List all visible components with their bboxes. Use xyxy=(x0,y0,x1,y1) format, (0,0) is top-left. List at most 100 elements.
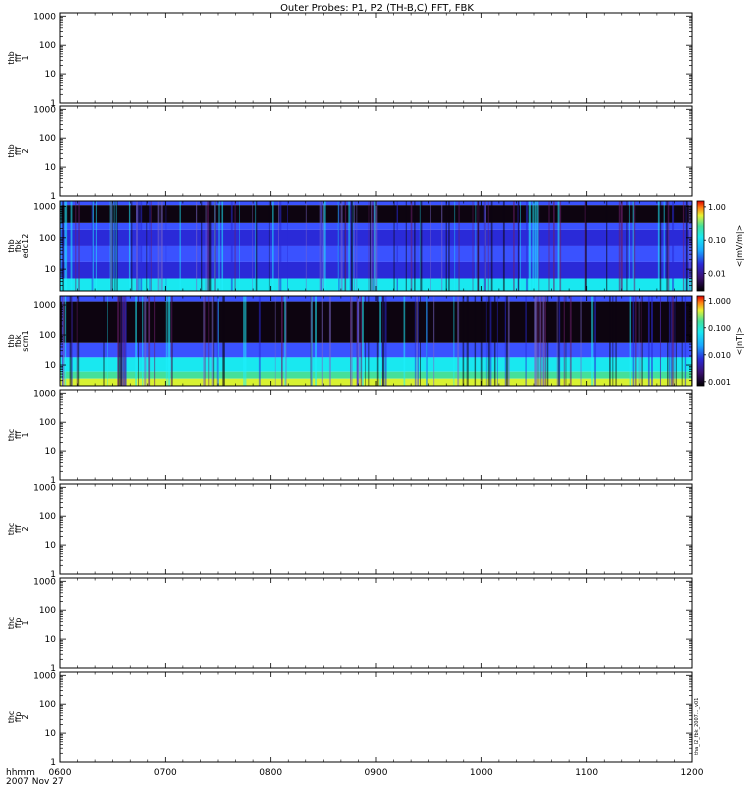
spectrogram-stripe xyxy=(666,201,668,291)
spectrogram-stripe xyxy=(682,201,685,291)
spectrogram-stripe xyxy=(525,201,527,291)
spectrogram-stripe xyxy=(213,296,215,386)
panel-ylabel: 1 xyxy=(21,620,30,625)
spectrogram-stripe xyxy=(211,296,214,386)
spectrogram-stripe xyxy=(138,296,139,386)
spectrogram-stripe xyxy=(365,296,366,386)
colorbar-label: <|mV/m|> xyxy=(735,225,744,268)
spectrogram-stripe xyxy=(621,201,623,291)
spectrogram-stripe xyxy=(107,296,108,386)
spectrogram-stripe xyxy=(344,201,347,291)
spectrogram-stripe xyxy=(207,201,209,291)
spectrogram-stripe xyxy=(532,201,534,291)
panel-frame xyxy=(59,389,693,481)
spectrogram-stripe xyxy=(534,201,537,291)
spectrogram-stripe xyxy=(536,201,539,291)
spectrogram-stripe xyxy=(635,296,637,386)
spectrogram-stripe xyxy=(128,201,131,291)
spectrogram-stripe xyxy=(285,296,287,386)
spectrogram-stripe xyxy=(77,296,80,386)
spectrogram-stripe xyxy=(536,296,538,386)
y-tick-label: 100 xyxy=(39,134,56,144)
spectrogram-stripe xyxy=(243,296,245,386)
spectrogram-stripe xyxy=(474,296,477,386)
spectrogram-stripe xyxy=(69,296,72,386)
spectrogram-stripe xyxy=(628,201,630,291)
spectrogram-stripe xyxy=(215,201,216,291)
spectrogram-stripe xyxy=(496,296,498,386)
spectrogram-stripe xyxy=(462,296,465,386)
spectrogram-stripe xyxy=(544,296,547,386)
spectrogram-stripe xyxy=(221,201,224,291)
spectrogram-stripe xyxy=(381,296,385,386)
spectrogram-stripe xyxy=(140,201,143,291)
y-tick-label: 1000 xyxy=(33,577,56,587)
spectrogram-stripe xyxy=(258,296,261,386)
spectrogram-stripe xyxy=(487,201,489,291)
colorbar xyxy=(696,200,705,292)
spectrogram-stripe xyxy=(234,201,236,291)
y-tick-label: 10 xyxy=(45,635,57,645)
spectrogram-stripe xyxy=(542,296,545,386)
side-note-text: tha_l2_fbk_2007..._v01 xyxy=(694,698,700,755)
spectrogram-stripe xyxy=(114,201,116,291)
spectrogram-stripe xyxy=(405,201,407,291)
spectrogram-stripe xyxy=(513,201,515,291)
spectrogram-stripe xyxy=(618,201,621,291)
spectrogram-stripe xyxy=(146,201,148,291)
spectrogram-stripe xyxy=(384,296,387,386)
spectrogram-stripe xyxy=(305,201,307,291)
spectrogram-stripe xyxy=(651,296,653,386)
spectrogram-stripe xyxy=(350,296,353,386)
spectrogram-stripe xyxy=(502,201,505,291)
y-tick-label: 100 xyxy=(39,331,56,341)
spectrogram-stripe xyxy=(268,201,270,291)
spectrogram-stripe xyxy=(351,201,353,291)
spectrogram-stripe xyxy=(244,296,247,386)
spectrogram-stripe xyxy=(70,201,73,291)
spectrogram-stripe xyxy=(239,201,240,291)
spectrogram-stripe xyxy=(538,201,540,291)
spectrogram-stripe xyxy=(171,296,173,386)
panel-ylabel: 1 xyxy=(21,55,30,60)
spectrogram-stripe xyxy=(372,201,373,291)
y-tick-label: 1000 xyxy=(33,483,56,493)
spectrogram-stripe xyxy=(179,201,181,291)
spectrogram-stripe xyxy=(153,296,156,386)
spectrogram-stripe xyxy=(591,296,594,386)
y-tick-label: 1 xyxy=(50,192,56,202)
spectrogram-stripe xyxy=(559,201,562,291)
spectrogram-stripe xyxy=(674,296,676,386)
panel-ylabel: 2 xyxy=(21,526,30,531)
y-tick-label: 1000 xyxy=(33,389,56,399)
spectrogram-stripe xyxy=(445,201,447,291)
spectrogram-stripe xyxy=(217,296,219,386)
spectrogram-stripe xyxy=(556,296,558,386)
y-tick-label: 1 xyxy=(50,758,56,768)
spectrogram-stripe xyxy=(319,201,321,291)
spectrogram-stripe xyxy=(95,201,97,291)
spectrogram-stripe xyxy=(214,201,215,291)
x-axis: 0600 0700 0800 0900 1000 1100 1200 xyxy=(49,768,704,778)
spectrogram-stripe xyxy=(537,296,539,386)
spectrogram-stripe xyxy=(632,296,635,386)
spectrogram-stripe xyxy=(584,201,586,291)
spectrogram-stripe xyxy=(529,201,532,291)
spectrogram-stripe xyxy=(640,296,642,386)
panel-7: 1101001000thcffp1 xyxy=(7,577,693,674)
spectrogram-stripe xyxy=(396,201,399,291)
spectrogram-stripe xyxy=(103,296,105,386)
spectrogram-stripe xyxy=(565,296,567,386)
y-tick-label: 100 xyxy=(39,606,56,616)
spectrogram-stripe xyxy=(667,296,669,386)
spectrogram-stripe xyxy=(148,296,151,386)
spectrogram-stripe xyxy=(208,296,210,386)
spectrogram-stripe xyxy=(281,296,283,386)
spectrogram-stripe xyxy=(165,201,167,291)
panel-ylabel: scm1 xyxy=(21,330,30,351)
spectrogram-stripe xyxy=(252,201,253,291)
spectrogram-stripe xyxy=(493,296,496,386)
y-tick-label: 100 xyxy=(39,418,56,428)
spectrogram-stripe xyxy=(414,201,416,291)
spectrogram-stripe xyxy=(563,296,565,386)
